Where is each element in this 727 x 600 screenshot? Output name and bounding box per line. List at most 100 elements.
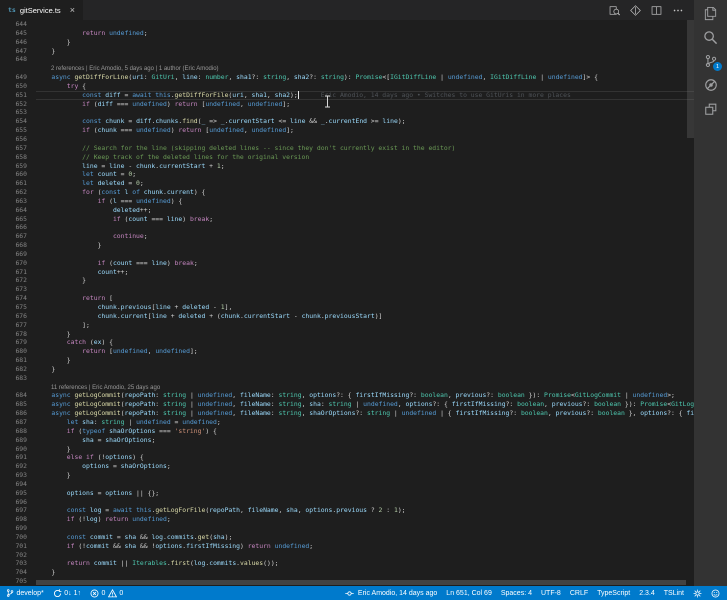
code-line[interactable]: 672 }: [0, 276, 694, 285]
code-line[interactable]: 687 let sha: string | undefined = undefi…: [0, 418, 694, 427]
codelens-row[interactable]: 11 references | Eric Amodio, 25 days ago: [0, 383, 694, 392]
line-number[interactable]: [0, 383, 36, 392]
line-number[interactable]: 684: [0, 391, 36, 400]
vertical-scrollbar-thumb[interactable]: [687, 20, 694, 138]
line-number[interactable]: 703: [0, 559, 36, 568]
status-item-git-branch-status[interactable]: develop*: [6, 588, 44, 598]
code-line[interactable]: 676 chunk.current[line + deleted + (chun…: [0, 312, 694, 321]
code-line[interactable]: 702: [0, 551, 694, 560]
line-number[interactable]: 651: [0, 91, 36, 100]
code-line[interactable]: 667 continue;: [0, 232, 694, 241]
line-number[interactable]: 655: [0, 126, 36, 135]
line-number[interactable]: 653: [0, 108, 36, 117]
activity-bar-item-search[interactable]: [694, 25, 727, 49]
line-number[interactable]: 661: [0, 179, 36, 188]
code-line[interactable]: 646 }: [0, 38, 694, 47]
status-item-gear-status[interactable]: [693, 589, 702, 598]
line-number[interactable]: 683: [0, 374, 36, 383]
line-number[interactable]: 657: [0, 144, 36, 153]
line-number[interactable]: 665: [0, 215, 36, 224]
code-line[interactable]: 652 if (diff === undefined) return [unde…: [0, 100, 694, 109]
code-line[interactable]: 693 }: [0, 471, 694, 480]
status-item-sync-status[interactable]: 0↓ 1↑: [53, 588, 81, 598]
code-line[interactable]: 649 async getDiffForLine(uri: GitUri, li…: [0, 73, 694, 82]
status-item-language-mode[interactable]: TypeScript: [597, 590, 630, 597]
line-number[interactable]: 664: [0, 206, 36, 215]
line-number[interactable]: 662: [0, 188, 36, 197]
status-item-gitlens-blame-status[interactable]: Eric Amodio, 14 days ago: [344, 589, 437, 598]
line-number[interactable]: 674: [0, 294, 36, 303]
line-number[interactable]: 673: [0, 285, 36, 294]
line-number[interactable]: 647: [0, 47, 36, 56]
status-item-feedback[interactable]: [711, 589, 720, 598]
line-number[interactable]: 693: [0, 471, 36, 480]
code-line[interactable]: 669: [0, 250, 694, 259]
code-line[interactable]: 662 for (const l of chunk.current) {: [0, 188, 694, 197]
line-number[interactable]: 700: [0, 533, 36, 542]
horizontal-scrollbar-thumb[interactable]: [36, 580, 686, 585]
code-line[interactable]: 686 async getLogCommit(repoPath: string …: [0, 409, 694, 418]
split-editor-button[interactable]: [651, 5, 662, 16]
line-number[interactable]: 690: [0, 445, 36, 454]
line-number[interactable]: 704: [0, 568, 36, 577]
line-number[interactable]: 685: [0, 400, 36, 409]
code-line[interactable]: 663 if (l === undefined) {: [0, 197, 694, 206]
code-line[interactable]: 674 return [: [0, 294, 694, 303]
code-line[interactable]: 655 if (chunk === undefined) return [und…: [0, 126, 694, 135]
code-line[interactable]: 704 }: [0, 568, 694, 577]
line-number[interactable]: 645: [0, 29, 36, 38]
code-line[interactable]: 650 try {: [0, 82, 694, 91]
code-line[interactable]: 699: [0, 524, 694, 533]
line-number[interactable]: 656: [0, 135, 36, 144]
code-line[interactable]: 651 const diff = await this.getDiffForFi…: [0, 91, 694, 100]
line-number[interactable]: 681: [0, 356, 36, 365]
line-number[interactable]: 682: [0, 365, 36, 374]
line-number[interactable]: 646: [0, 38, 36, 47]
code-line[interactable]: 692 options = shaOrOptions;: [0, 462, 694, 471]
line-number[interactable]: 678: [0, 330, 36, 339]
line-number[interactable]: 667: [0, 232, 36, 241]
code-line[interactable]: 698 if (!log) return undefined;: [0, 515, 694, 524]
code-line[interactable]: 660 let count = 0;: [0, 170, 694, 179]
status-item-eol[interactable]: CRLF: [570, 590, 588, 597]
tab-close-icon[interactable]: ×: [70, 5, 75, 15]
code-line[interactable]: 666: [0, 223, 694, 232]
code-line[interactable]: 654 const chunk = diff.chunks.find(_ => …: [0, 117, 694, 126]
line-number[interactable]: 696: [0, 498, 36, 507]
activity-bar-item-debug[interactable]: [694, 73, 727, 97]
code-line[interactable]: 653: [0, 108, 694, 117]
activity-bar-item-source-control[interactable]: 1: [694, 49, 727, 73]
status-item-problems-status[interactable]: 00: [90, 588, 123, 598]
activity-bar-item-extensions[interactable]: [694, 97, 727, 121]
line-number[interactable]: 688: [0, 427, 36, 436]
code-editor[interactable]: 644 645 return undefined; 646 } 647 } 648 2 r…: [0, 20, 694, 586]
code-line[interactable]: 658 // Keep track of the deleted lines f…: [0, 153, 694, 162]
line-number[interactable]: 705: [0, 577, 36, 586]
code-line[interactable]: 688 if (typeof shaOrOptions === 'string'…: [0, 427, 694, 436]
line-number[interactable]: 669: [0, 250, 36, 259]
code-line[interactable]: 644: [0, 20, 694, 29]
line-number[interactable]: 649: [0, 73, 36, 82]
code-line[interactable]: 703 return commit || Iterables.first(log…: [0, 559, 694, 568]
line-number[interactable]: 689: [0, 436, 36, 445]
code-line[interactable]: 683: [0, 374, 694, 383]
line-number[interactable]: 671: [0, 268, 36, 277]
code-line[interactable]: 657 // Search for the line (skipping del…: [0, 144, 694, 153]
code-line[interactable]: 695 options = options || {};: [0, 489, 694, 498]
code-line[interactable]: 679 catch (ex) {: [0, 338, 694, 347]
status-item-encoding[interactable]: UTF-8: [541, 590, 561, 597]
code-line[interactable]: 671 count++;: [0, 268, 694, 277]
code-line[interactable]: 665 if (count === line) break;: [0, 215, 694, 224]
line-number[interactable]: 701: [0, 542, 36, 551]
line-number[interactable]: 692: [0, 462, 36, 471]
code-line[interactable]: 696: [0, 498, 694, 507]
line-number[interactable]: 658: [0, 153, 36, 162]
line-number[interactable]: 702: [0, 551, 36, 560]
code-line[interactable]: 648: [0, 55, 694, 64]
code-line[interactable]: 656: [0, 135, 694, 144]
code-line[interactable]: 680 return [undefined, undefined];: [0, 347, 694, 356]
line-number[interactable]: 650: [0, 82, 36, 91]
line-number[interactable]: 699: [0, 524, 36, 533]
code-line[interactable]: 678 }: [0, 330, 694, 339]
line-number[interactable]: 644: [0, 20, 36, 29]
